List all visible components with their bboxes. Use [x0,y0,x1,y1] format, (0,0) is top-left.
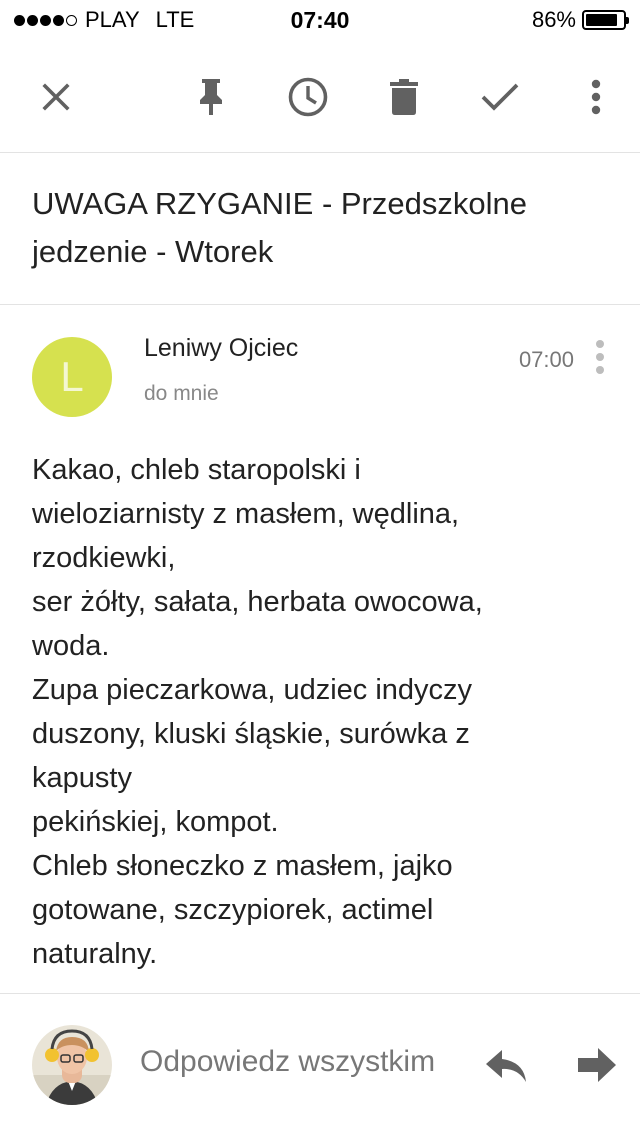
body-line: Chleb słoneczko z masłem, jajko [32,850,453,882]
battery-icon [582,10,629,30]
body-line: woda. [32,630,110,662]
email-subject: UWAGA RZYGANIE - Przedszkolne jedzenie -… [32,186,527,269]
body-line: kapusty [32,762,132,794]
body-line: Zupa pieczarkowa, udziec indyczy [32,674,473,706]
body-line: pekińskiej, kompot. [32,806,279,838]
body-line: Kakao, chleb staropolski i [32,454,361,486]
body-divider [0,993,640,994]
close-icon[interactable] [32,73,80,121]
status-right: 86% [531,7,629,33]
body-line: ser żółty, sałata, herbata owocowa, [32,586,483,618]
trash-icon[interactable] [380,73,428,121]
reply-all-button[interactable]: Odpowiedz wszystkim [140,1045,435,1079]
body-line: rzodkiewki, [32,542,176,574]
body-line: duszony, kluski śląskie, surówka z [32,718,470,750]
sender-avatar[interactable]: L [32,337,112,417]
done-check-icon[interactable] [476,73,524,121]
body-line: naturalny. [32,938,158,970]
status-bar: PLAY LTE 07:40 86% [0,0,640,40]
sender-name[interactable]: Leniwy Ojciec [144,334,298,363]
recipient-label[interactable]: do mnie [144,382,219,406]
forward-icon[interactable] [572,1044,620,1088]
subject-divider [0,304,640,305]
email-body: Kakao, chleb staropolski i wieloziarnisty… [32,448,612,976]
body-line: wieloziarnisty z masłem, wędlina, [32,498,460,530]
message-more-icon[interactable] [592,340,608,384]
pin-icon[interactable] [187,73,235,121]
reply-icon[interactable] [484,1044,532,1088]
body-line: gotowane, szczypiorek, actimel [32,894,434,926]
more-vert-icon[interactable] [572,73,620,121]
message-time: 07:00 [518,347,574,372]
email-toolbar [0,40,640,153]
snooze-clock-icon[interactable] [284,73,332,121]
user-avatar[interactable] [32,1025,112,1105]
battery-percent: 86% [531,7,576,32]
